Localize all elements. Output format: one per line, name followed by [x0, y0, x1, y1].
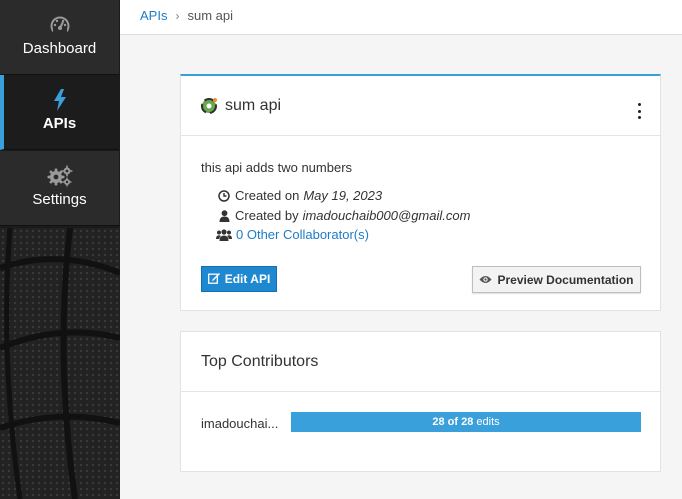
sidebar-item-label: APIs	[42, 115, 77, 132]
contributor-name: imadouchai...	[201, 416, 279, 431]
clock-icon	[217, 189, 231, 202]
more-options-icon[interactable]	[636, 103, 642, 119]
created-by-email: imadouchaib000@gmail.com	[302, 208, 471, 223]
sidebar-item-dashboard[interactable]: Dashboard	[0, 0, 119, 75]
api-card: sum api this api adds two numbers Create…	[180, 74, 661, 311]
users-icon	[215, 228, 232, 241]
breadcrumb-separator: ›	[175, 8, 180, 23]
api-card-header: sum api	[181, 76, 660, 136]
created-by-label: Created by	[235, 208, 299, 223]
contributor-edits-count: 28 of 28	[432, 416, 474, 428]
created-by-row: Created by imadouchaib000@gmail.com	[217, 208, 470, 223]
preview-documentation-label: Preview Documentation	[497, 272, 634, 287]
edit-api-label: Edit API	[224, 272, 271, 286]
contributor-edits-bar: 28 of 28 edits	[291, 412, 641, 432]
edit-api-button[interactable]: Edit API	[201, 266, 277, 292]
breadcrumb-current: sum api	[187, 8, 233, 23]
sidebar: Dashboard APIs Settings	[0, 0, 120, 499]
created-on-label: Created on	[235, 188, 300, 203]
collaborators-row: 0 Other Collaborator(s)	[215, 227, 369, 242]
top-contributors-card: Top Contributors imadouchai... 28 of 28 …	[180, 331, 661, 472]
preview-documentation-button[interactable]: Preview Documentation	[472, 266, 641, 293]
sidebar-item-label: Dashboard	[22, 40, 97, 57]
sidebar-item-label: Settings	[32, 191, 87, 208]
contributor-edits-text: 28 of 28 edits	[291, 412, 641, 432]
dashboard-icon	[0, 14, 119, 38]
breadcrumb: APIs › sum api	[140, 8, 233, 23]
api-description: this api adds two numbers	[201, 160, 353, 175]
sidebar-item-settings[interactable]: Settings	[0, 151, 119, 226]
top-bar: APIs › sum api	[120, 0, 682, 35]
eye-icon	[479, 273, 492, 287]
created-on-date: May 19, 2023	[303, 188, 383, 203]
created-on-row: Created on May 19, 2023	[217, 188, 382, 203]
gears-icon	[0, 165, 119, 189]
sidebar-item-apis[interactable]: APIs	[0, 75, 119, 150]
bolt-icon	[0, 89, 119, 113]
collaborators-link[interactable]: 0 Other Collaborator(s)	[236, 227, 369, 242]
user-icon	[217, 209, 231, 222]
top-contributors-title: Top Contributors	[201, 353, 319, 370]
top-contributors-header: Top Contributors	[181, 332, 660, 392]
contributor-edits-suffix: edits	[476, 416, 500, 428]
api-title: sum api	[225, 97, 282, 114]
sidebar-background-lines	[0, 228, 120, 499]
edit-icon	[207, 272, 220, 287]
api-logo-icon	[201, 98, 217, 114]
breadcrumb-link-apis[interactable]: APIs	[140, 8, 167, 23]
